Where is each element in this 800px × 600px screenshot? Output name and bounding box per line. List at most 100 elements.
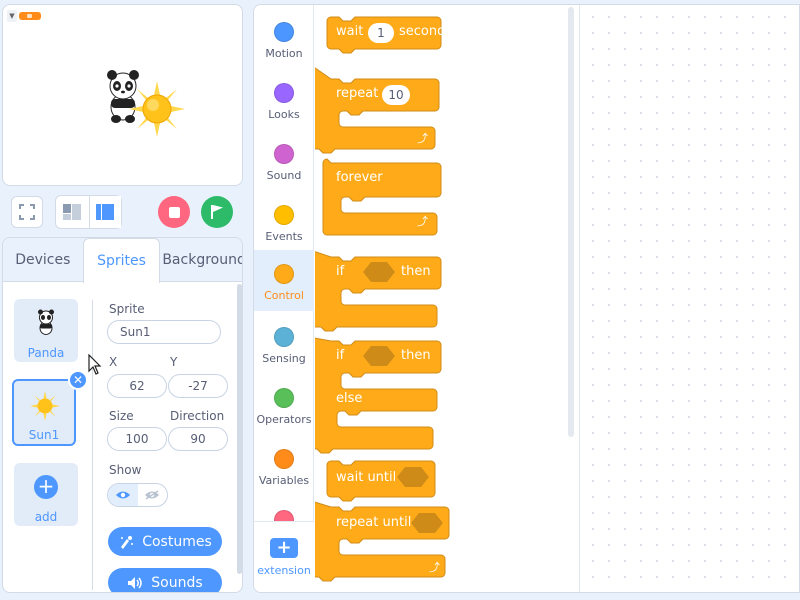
tab-devices[interactable]: Devices bbox=[3, 238, 83, 282]
repeat-until-block[interactable]: ⤴ bbox=[315, 501, 450, 582]
visibility-toggle[interactable] bbox=[107, 483, 168, 507]
control-color-dot bbox=[274, 264, 294, 284]
events-color-dot bbox=[274, 205, 294, 225]
category-label: Sensing bbox=[262, 352, 306, 365]
costume-icon bbox=[121, 535, 134, 549]
forever-label: forever bbox=[336, 170, 383, 185]
tab-background[interactable]: Background bbox=[160, 238, 242, 282]
category-label: Events bbox=[265, 230, 303, 243]
stage-layout-toggle[interactable] bbox=[55, 195, 122, 229]
green-flag-icon bbox=[211, 205, 223, 219]
hide-button[interactable] bbox=[138, 484, 168, 506]
variables-color-dot bbox=[274, 449, 294, 469]
sprite-name-field[interactable]: Sun1 bbox=[107, 320, 221, 344]
category-menu: Motion Looks Sound Events Control Sensin… bbox=[254, 5, 314, 592]
panel-scrollbar[interactable] bbox=[237, 284, 242, 574]
y-field[interactable]: -27 bbox=[168, 374, 228, 398]
sprite-name-label: Sun1 bbox=[28, 428, 60, 442]
x-field[interactable]: 62 bbox=[107, 374, 167, 398]
category-sound[interactable]: Sound bbox=[254, 135, 314, 196]
tab-sprites[interactable]: Sprites bbox=[82, 238, 161, 283]
sounds-label: Sounds bbox=[151, 574, 203, 591]
wait-until-label: wait until bbox=[336, 470, 397, 485]
then-label: then bbox=[401, 264, 431, 279]
extension-button[interactable]: + extension bbox=[254, 521, 314, 592]
category-label: Motion bbox=[265, 47, 303, 60]
loop-arrow-icon: ⤴ bbox=[429, 560, 440, 574]
category-sensing[interactable]: Sensing bbox=[254, 318, 314, 379]
add-label: add bbox=[34, 510, 58, 524]
script-workspace[interactable] bbox=[581, 5, 799, 592]
small-stage-icon bbox=[63, 204, 82, 220]
sun-sprite[interactable] bbox=[129, 81, 185, 137]
code-editor: Motion Looks Sound Events Control Sensin… bbox=[253, 4, 800, 593]
category-label: Control bbox=[264, 289, 304, 302]
panel-divider bbox=[92, 300, 93, 590]
stage-canvas[interactable]: ▼ bbox=[2, 4, 243, 186]
sprite-card-sun1[interactable]: Sun1 bbox=[12, 379, 76, 446]
add-extension-icon: + bbox=[270, 538, 298, 558]
mouse-cursor-icon bbox=[88, 354, 102, 375]
direction-label: Direction bbox=[170, 409, 225, 423]
speaker-icon bbox=[128, 576, 143, 589]
category-more[interactable] bbox=[254, 501, 314, 521]
if-then-block[interactable] bbox=[315, 251, 442, 332]
looks-color-dot bbox=[274, 83, 294, 103]
my-blocks-color-dot bbox=[274, 510, 294, 521]
category-events[interactable]: Events bbox=[254, 196, 314, 257]
green-flag-button[interactable] bbox=[201, 196, 233, 228]
if-label: if bbox=[336, 264, 345, 279]
close-icon: ✕ bbox=[72, 373, 84, 387]
stage-indicator[interactable]: ▼ bbox=[7, 10, 41, 22]
fullscreen-icon bbox=[19, 204, 35, 220]
eye-icon bbox=[115, 491, 130, 499]
category-label: Looks bbox=[268, 108, 300, 121]
direction-field[interactable]: 90 bbox=[168, 427, 228, 451]
category-label: Variables bbox=[258, 474, 310, 487]
palette-scrollbar[interactable] bbox=[568, 7, 574, 437]
block-palette: .cb { fill:#ffab19; stroke:#cf8b17; stro… bbox=[315, 5, 580, 592]
stop-button[interactable] bbox=[158, 196, 190, 228]
chevron-down-icon: ▼ bbox=[7, 10, 17, 22]
else-label: else bbox=[336, 391, 363, 406]
sprite-card-panda[interactable]: Panda bbox=[14, 299, 78, 362]
loop-arrow-icon: ⤴ bbox=[417, 131, 428, 145]
x-label: X bbox=[109, 355, 118, 369]
repeat-until-label: repeat until bbox=[336, 515, 412, 530]
category-motion[interactable]: Motion bbox=[254, 13, 314, 74]
category-looks[interactable]: Looks bbox=[254, 74, 314, 135]
wait-seconds-input[interactable]: 1 bbox=[368, 23, 394, 43]
large-stage-button[interactable] bbox=[88, 196, 121, 228]
category-control[interactable]: Control bbox=[254, 250, 314, 311]
plus-icon: + bbox=[34, 475, 58, 499]
sounds-button[interactable]: Sounds bbox=[108, 568, 222, 592]
costumes-button[interactable]: Costumes bbox=[108, 527, 222, 556]
operators-color-dot bbox=[274, 388, 294, 408]
sensing-color-dot bbox=[274, 327, 294, 347]
large-stage-icon bbox=[96, 204, 115, 220]
panel-tabs: Devices Sprites Background bbox=[3, 238, 242, 283]
loop-arrow-icon: ⤴ bbox=[417, 214, 428, 228]
category-label: Sound bbox=[266, 169, 302, 182]
size-label: Size bbox=[109, 409, 134, 423]
fullscreen-button[interactable] bbox=[11, 196, 43, 228]
size-field[interactable]: 100 bbox=[107, 427, 167, 451]
repeat-block[interactable]: ⤴ bbox=[315, 65, 440, 154]
show-button[interactable] bbox=[108, 484, 138, 506]
stop-icon bbox=[168, 206, 180, 218]
y-label: Y bbox=[170, 355, 178, 369]
eye-off-icon bbox=[145, 490, 160, 500]
panda-thumbnail bbox=[38, 309, 54, 335]
category-operators[interactable]: Operators bbox=[254, 379, 314, 440]
sun-thumbnail bbox=[30, 391, 60, 421]
then-label: then bbox=[401, 348, 431, 363]
stage-badge bbox=[19, 12, 41, 20]
small-stage-button[interactable] bbox=[56, 196, 89, 228]
repeat-count-input[interactable]: 10 bbox=[382, 85, 410, 105]
category-variables[interactable]: Variables bbox=[254, 440, 314, 501]
wait-unit-label: seconds bbox=[399, 24, 453, 39]
repeat-label: repeat bbox=[336, 86, 379, 101]
sprite-name-label: Panda bbox=[27, 346, 65, 360]
add-sprite-button[interactable]: + add bbox=[14, 463, 78, 526]
delete-sprite-button[interactable]: ✕ bbox=[68, 370, 88, 390]
